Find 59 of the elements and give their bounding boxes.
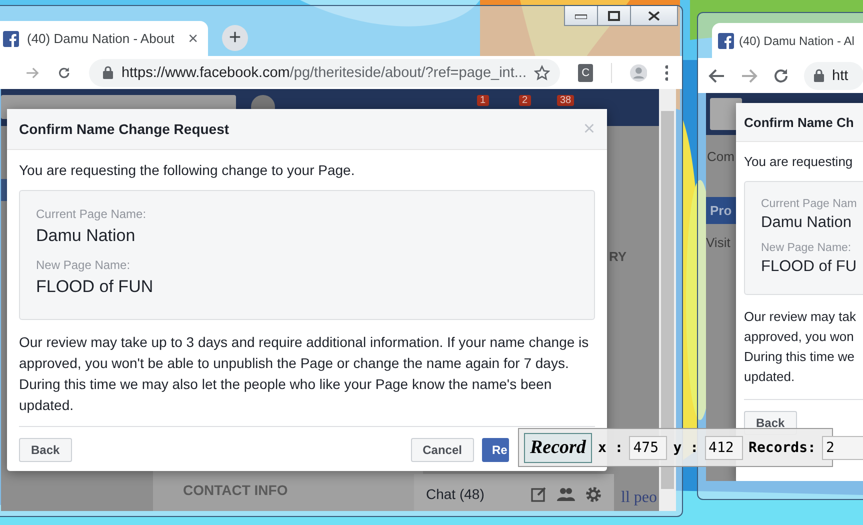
- tab-close-button[interactable]: ×: [188, 28, 198, 48]
- dialog-title: Confirm Name Change Request: [19, 121, 230, 137]
- dialog-title: Confirm Name Ch: [744, 114, 854, 130]
- record-button[interactable]: Record: [524, 432, 592, 462]
- field-label: Current Page Nam: [761, 198, 858, 210]
- section-heading: CONTACT INFO: [183, 482, 288, 498]
- tab-title: (40) Damu Nation - About: [27, 31, 176, 46]
- field-value: FLOOD of FUN: [36, 277, 154, 297]
- dialog-intro: You are requesting: [744, 154, 854, 169]
- field-label: New Page Name:: [761, 242, 852, 254]
- review-notice-line: approved, you won: [744, 328, 855, 346]
- page-text: Com: [707, 149, 734, 164]
- notification-badge: 1: [477, 95, 489, 106]
- field-value: Damu Nation: [36, 226, 136, 246]
- field-label: Current Page Name:: [36, 207, 148, 221]
- review-notice-line: During this time we: [744, 348, 856, 366]
- page-text: Visit: [706, 235, 730, 250]
- field-label: New Page Name:: [36, 258, 132, 272]
- settings-icon[interactable]: [585, 486, 602, 502]
- forward-arrow-icon[interactable]: [740, 66, 758, 84]
- cancel-button[interactable]: Cancel: [410, 438, 474, 462]
- records-field[interactable]: 2: [822, 436, 863, 460]
- back-button[interactable]: Back: [19, 438, 72, 462]
- browser-tab[interactable]: (40) Damu Nation - Al: [712, 23, 863, 58]
- field-value: FLOOD of FU: [761, 258, 858, 276]
- notification-badge: 38: [557, 95, 574, 106]
- address-bar[interactable]: https://www.facebook.com/pg/theriteside/about/?ref=page_int...: [89, 58, 560, 86]
- review-notice-line: updated.: [744, 368, 796, 386]
- notification-badge: 2: [519, 95, 531, 106]
- menu-icon[interactable]: [664, 64, 668, 80]
- profile-avatar-icon[interactable]: [630, 62, 647, 84]
- extension-button[interactable]: C: [578, 64, 593, 82]
- people-icon[interactable]: [557, 486, 575, 502]
- chat-bar[interactable]: Chat (48): [414, 474, 614, 511]
- y-label: y :: [673, 440, 699, 456]
- compose-icon[interactable]: [531, 486, 547, 502]
- section-heading: RY: [609, 249, 627, 264]
- dialog-intro: You are requesting the following change to your Page.: [19, 162, 356, 178]
- maximize-icon[interactable]: [608, 10, 620, 20]
- address-bar[interactable]: htt: [804, 62, 863, 90]
- lock-icon: [103, 66, 114, 79]
- lock-icon: [814, 69, 824, 82]
- minimize-icon[interactable]: [575, 12, 587, 18]
- y-field[interactable]: 412: [704, 436, 743, 460]
- review-notice-line: Our review may tak: [744, 308, 857, 326]
- confirm-button[interactable]: Re: [482, 438, 509, 462]
- x-label: x :: [598, 440, 624, 456]
- profile-avatar-icon[interactable]: [251, 95, 275, 109]
- records-label: Records:: [748, 440, 816, 456]
- field-value: Damu Nation: [761, 214, 852, 232]
- browser-tab[interactable]: (40) Damu Nation - About ×: [0, 21, 208, 56]
- reload-icon[interactable]: [772, 66, 790, 84]
- back-arrow-icon[interactable]: [708, 66, 726, 84]
- chat-label: Chat (48): [426, 486, 486, 502]
- x-field[interactable]: 475: [629, 436, 668, 460]
- tab-title: (40) Damu Nation - Al: [739, 34, 856, 48]
- star-icon[interactable]: [534, 64, 550, 80]
- close-icon[interactable]: [648, 10, 660, 20]
- review-notice: Our review may take up to 3 days and require additional information. If your name change is approved, you won't be able to unpublish the Page or change the name again for 7 days. During this time we may also let the people who like your Page know the name's been updated.: [19, 333, 590, 415]
